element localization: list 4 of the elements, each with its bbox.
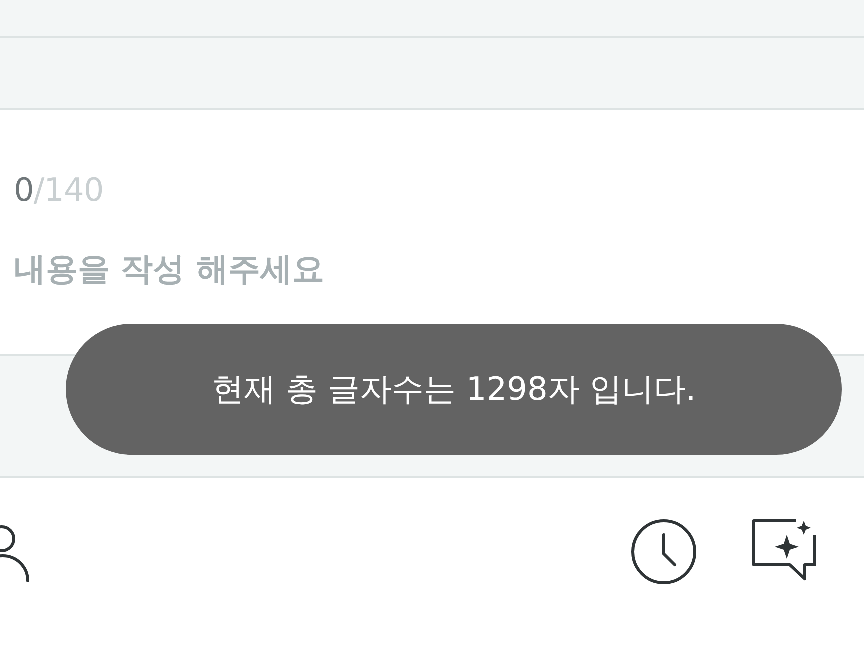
person-icon[interactable] [0, 525, 32, 583]
content-input[interactable]: 내용을 작성 해주세요 [14, 248, 614, 308]
toast-message: 현재 총 글자수는 1298자 입니다. [66, 324, 842, 455]
clock-icon[interactable] [631, 519, 697, 585]
